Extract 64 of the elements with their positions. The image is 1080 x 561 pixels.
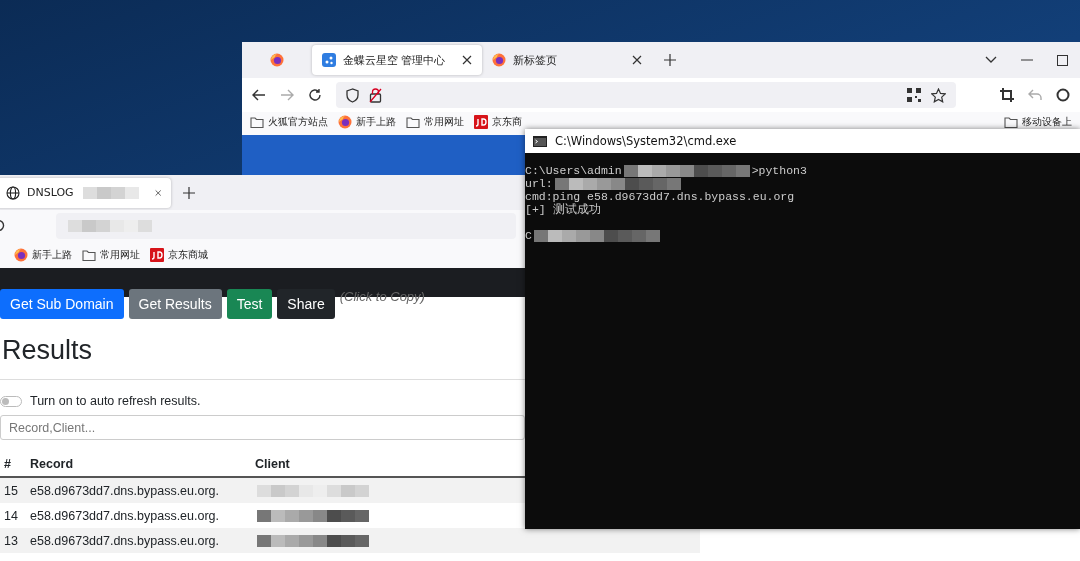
action-button[interactable]: Get Sub Domain <box>0 289 124 319</box>
table-cell-text: 15 <box>3 483 19 498</box>
chevron-down-icon[interactable] <box>985 56 997 64</box>
console-line: [+] 测试成功 <box>525 203 601 216</box>
bookmark[interactable]: 常用网址 <box>82 248 140 262</box>
jd-icon <box>474 115 488 129</box>
folder-icon <box>1004 116 1018 128</box>
crop-icon[interactable] <box>1000 88 1014 102</box>
qr-code-icon[interactable] <box>907 88 921 102</box>
window-title: C:\Windows\System32\cmd.exe <box>555 134 737 148</box>
bookmark[interactable]: 常用网址 <box>406 115 464 129</box>
toggle-label: Turn on to auto refresh results. <box>30 394 201 408</box>
results-heading: Results <box>2 334 94 367</box>
reload-icon[interactable] <box>0 219 6 233</box>
column-header: Client <box>255 457 291 471</box>
action-button[interactable]: Share <box>277 289 335 319</box>
console-line: url: <box>525 177 553 190</box>
bookmark[interactable]: 京东商 <box>474 115 522 129</box>
folder-icon <box>250 116 264 128</box>
firefox-icon <box>14 248 28 262</box>
folder-icon <box>82 249 96 261</box>
column-header: # <box>3 457 12 471</box>
browser-tab[interactable]: 金蝶云星空 管理中心 <box>312 45 482 75</box>
firefox-icon <box>492 53 506 67</box>
folder-icon <box>406 116 420 128</box>
table-cell-text: e58.d9673dd7.dns.bypass.eu.org. <box>30 508 221 523</box>
table-cell-text: e58.d9673dd7.dns.bypass.eu.org. <box>30 483 221 498</box>
table-cell-text: e58.d9673dd7.dns.bypass.eu.org. <box>30 533 221 548</box>
console-line: >python3 <box>751 164 807 177</box>
reload-icon[interactable] <box>308 88 322 102</box>
console-line: cmd:ping e58.d9673dd7.dns.bypass.eu.org <box>525 190 795 203</box>
redaction-mosaic <box>82 186 139 199</box>
bookmark[interactable]: 新手上路 <box>338 115 396 129</box>
column-header: Record <box>30 457 75 471</box>
close-icon[interactable] <box>462 55 472 65</box>
bookmark[interactable]: 新手上路 <box>14 248 72 262</box>
browser-tab[interactable]: DNSLOG <box>0 177 171 208</box>
new-tab-icon[interactable] <box>664 54 676 66</box>
firefox-icon <box>338 115 352 129</box>
bookmark[interactable]: 京东商城 <box>150 248 208 262</box>
lock-icon <box>369 87 382 103</box>
site-icon <box>322 53 336 67</box>
search-field[interactable]: Record,Client... <box>0 415 525 440</box>
console-line: C:\Users\admin <box>525 164 622 177</box>
browser-tab[interactable]: 新标签页 <box>482 45 652 75</box>
globe-icon <box>6 185 20 200</box>
shield-icon <box>346 87 359 103</box>
copy-hint: (Click to Copy) <box>339 289 425 304</box>
firefox-icon <box>270 53 284 67</box>
star-icon[interactable] <box>931 87 946 103</box>
bookmark[interactable]: 火狐官方站点 <box>250 115 328 129</box>
action-button[interactable]: Test <box>226 289 273 319</box>
console-icon <box>533 135 547 147</box>
bookmark[interactable]: 移动设备上 <box>1004 115 1072 129</box>
jd-icon <box>150 248 164 262</box>
close-icon[interactable] <box>632 55 642 65</box>
back-arrow-icon[interactable] <box>252 89 266 101</box>
action-button[interactable]: Get Results <box>128 289 222 319</box>
table-cell-text: 14 <box>3 508 19 523</box>
new-tab-icon[interactable] <box>183 186 195 199</box>
table-cell-text: 13 <box>3 533 19 548</box>
circle-icon[interactable] <box>1056 88 1070 102</box>
maximize-icon[interactable] <box>1057 54 1068 66</box>
console-line: C <box>525 229 532 242</box>
